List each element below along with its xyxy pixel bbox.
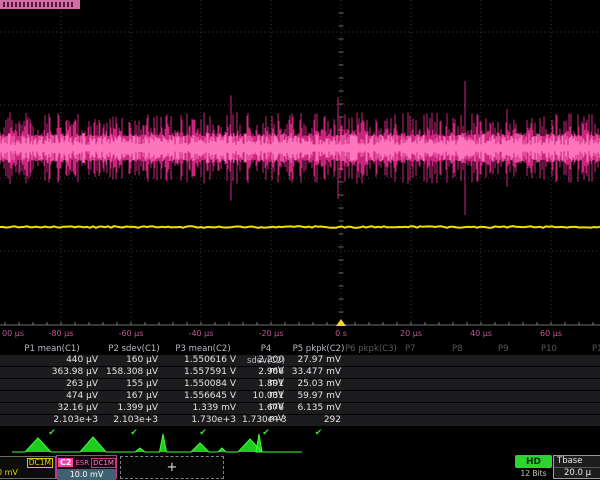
table-row: 474 µV 167 µV 1.556645 V 10.031 mV 59.97… (0, 391, 600, 403)
stat-num: 2.103e+3 (0, 415, 104, 426)
stat-num: 292 (290, 415, 347, 426)
axis-tick-label: -20 µs (259, 329, 284, 338)
hd-badge-label: HD (526, 457, 541, 467)
param-header-p7[interactable]: P7 (405, 343, 416, 355)
timebase-label: Tbase (554, 456, 600, 468)
trigger-time-marker (336, 319, 346, 326)
c1-coupling-chip: DC1M (27, 458, 53, 468)
measurement-header-row: P1 mean(C1) P2 sdev(C1) P3 mean(C2) P4 s… (0, 343, 600, 355)
table-row: 32.16 µV 1.399 µV 1.339 mV 1.676 mV 6.13… (0, 403, 600, 415)
stat-num: 2.103e+3 (104, 415, 164, 426)
c1-scale-value: 0 mV (0, 468, 55, 478)
param-header-p1[interactable]: P1 mean(C1) (0, 343, 104, 367)
table-row: 2.103e+3 2.103e+3 1.730e+3 1.730e+3 292 (0, 415, 600, 427)
histicon-graph (0, 432, 600, 455)
bit-depth-label: 12 Bits (511, 469, 556, 478)
param-header-p5[interactable]: P5 pkpk(C2) (290, 343, 347, 367)
waveform-grid[interactable] (0, 0, 600, 334)
axis-tick-label: 20 µs (400, 329, 422, 338)
histicon-strip[interactable] (0, 432, 600, 455)
descriptor-bar: DC1M 0 mV C2 ESR DC1M 10.0 mV + HD 12 Bi… (0, 455, 600, 480)
add-trace-button[interactable]: + (120, 456, 224, 479)
table-row: 363.98 µV 158.308 µV 1.557591 V 2.966 mV… (0, 367, 600, 379)
c2-coupling-chip: DC1M (91, 458, 116, 468)
hd-mode-badge[interactable]: HD (515, 455, 552, 468)
param-header-p2[interactable]: P2 sdev(C1) (104, 343, 164, 367)
channel-c2-descriptor[interactable]: C2 ESR DC1M 10.0 mV (56, 455, 117, 479)
axis-tick-label: 0 s (335, 329, 347, 338)
scope-traces (0, 0, 600, 334)
param-header-p3[interactable]: P3 mean(C2) (164, 343, 242, 367)
stat-num: 1.730e+3 (164, 415, 242, 426)
measurement-table: P1 mean(C1) P2 sdev(C1) P3 mean(C2) P4 s… (0, 343, 600, 439)
c2-esr-tag: ESR (75, 459, 89, 467)
table-row: 263 µV 155 µV 1.550084 V 1.891 mV 25.03 … (0, 379, 600, 391)
axis-tick-label: 00 µs (2, 329, 24, 338)
stat-num: 1.730e+3 (242, 415, 290, 426)
param-header-p9[interactable]: P9 (498, 343, 509, 355)
axis-tick-label: 60 µs (540, 329, 562, 338)
axis-tick-label: -80 µs (49, 329, 74, 338)
param-header-p8[interactable]: P8 (452, 343, 463, 355)
oscilloscope-screen: 00 µs -80 µs -60 µs -40 µs -20 µs 0 s 20… (0, 0, 600, 480)
trace-annotation-badge (0, 0, 80, 9)
axis-tick-label: -60 µs (119, 329, 144, 338)
axis-tick-label: -40 µs (189, 329, 214, 338)
c2-scale-value: 10.0 mV (57, 469, 116, 480)
param-header-p10[interactable]: P10 (541, 343, 557, 355)
param-header-p6[interactable]: P6 pkpk(C3) (345, 343, 397, 355)
param-header-p4[interactable]: P4 sdev(C2) (242, 343, 290, 367)
channel-c1-descriptor[interactable]: DC1M 0 mV (0, 456, 56, 479)
timebase-scale: 20.0 µ (554, 468, 600, 479)
axis-tick-label: 40 µs (470, 329, 492, 338)
timebase-descriptor[interactable]: Tbase 20.0 µ (553, 455, 600, 479)
timebase-axis: 00 µs -80 µs -60 µs -40 µs -20 µs 0 s 20… (0, 327, 600, 342)
param-header-p11[interactable]: P11 (592, 343, 600, 355)
plus-icon: + (167, 460, 178, 475)
c2-label-chip: C2 (58, 458, 73, 467)
